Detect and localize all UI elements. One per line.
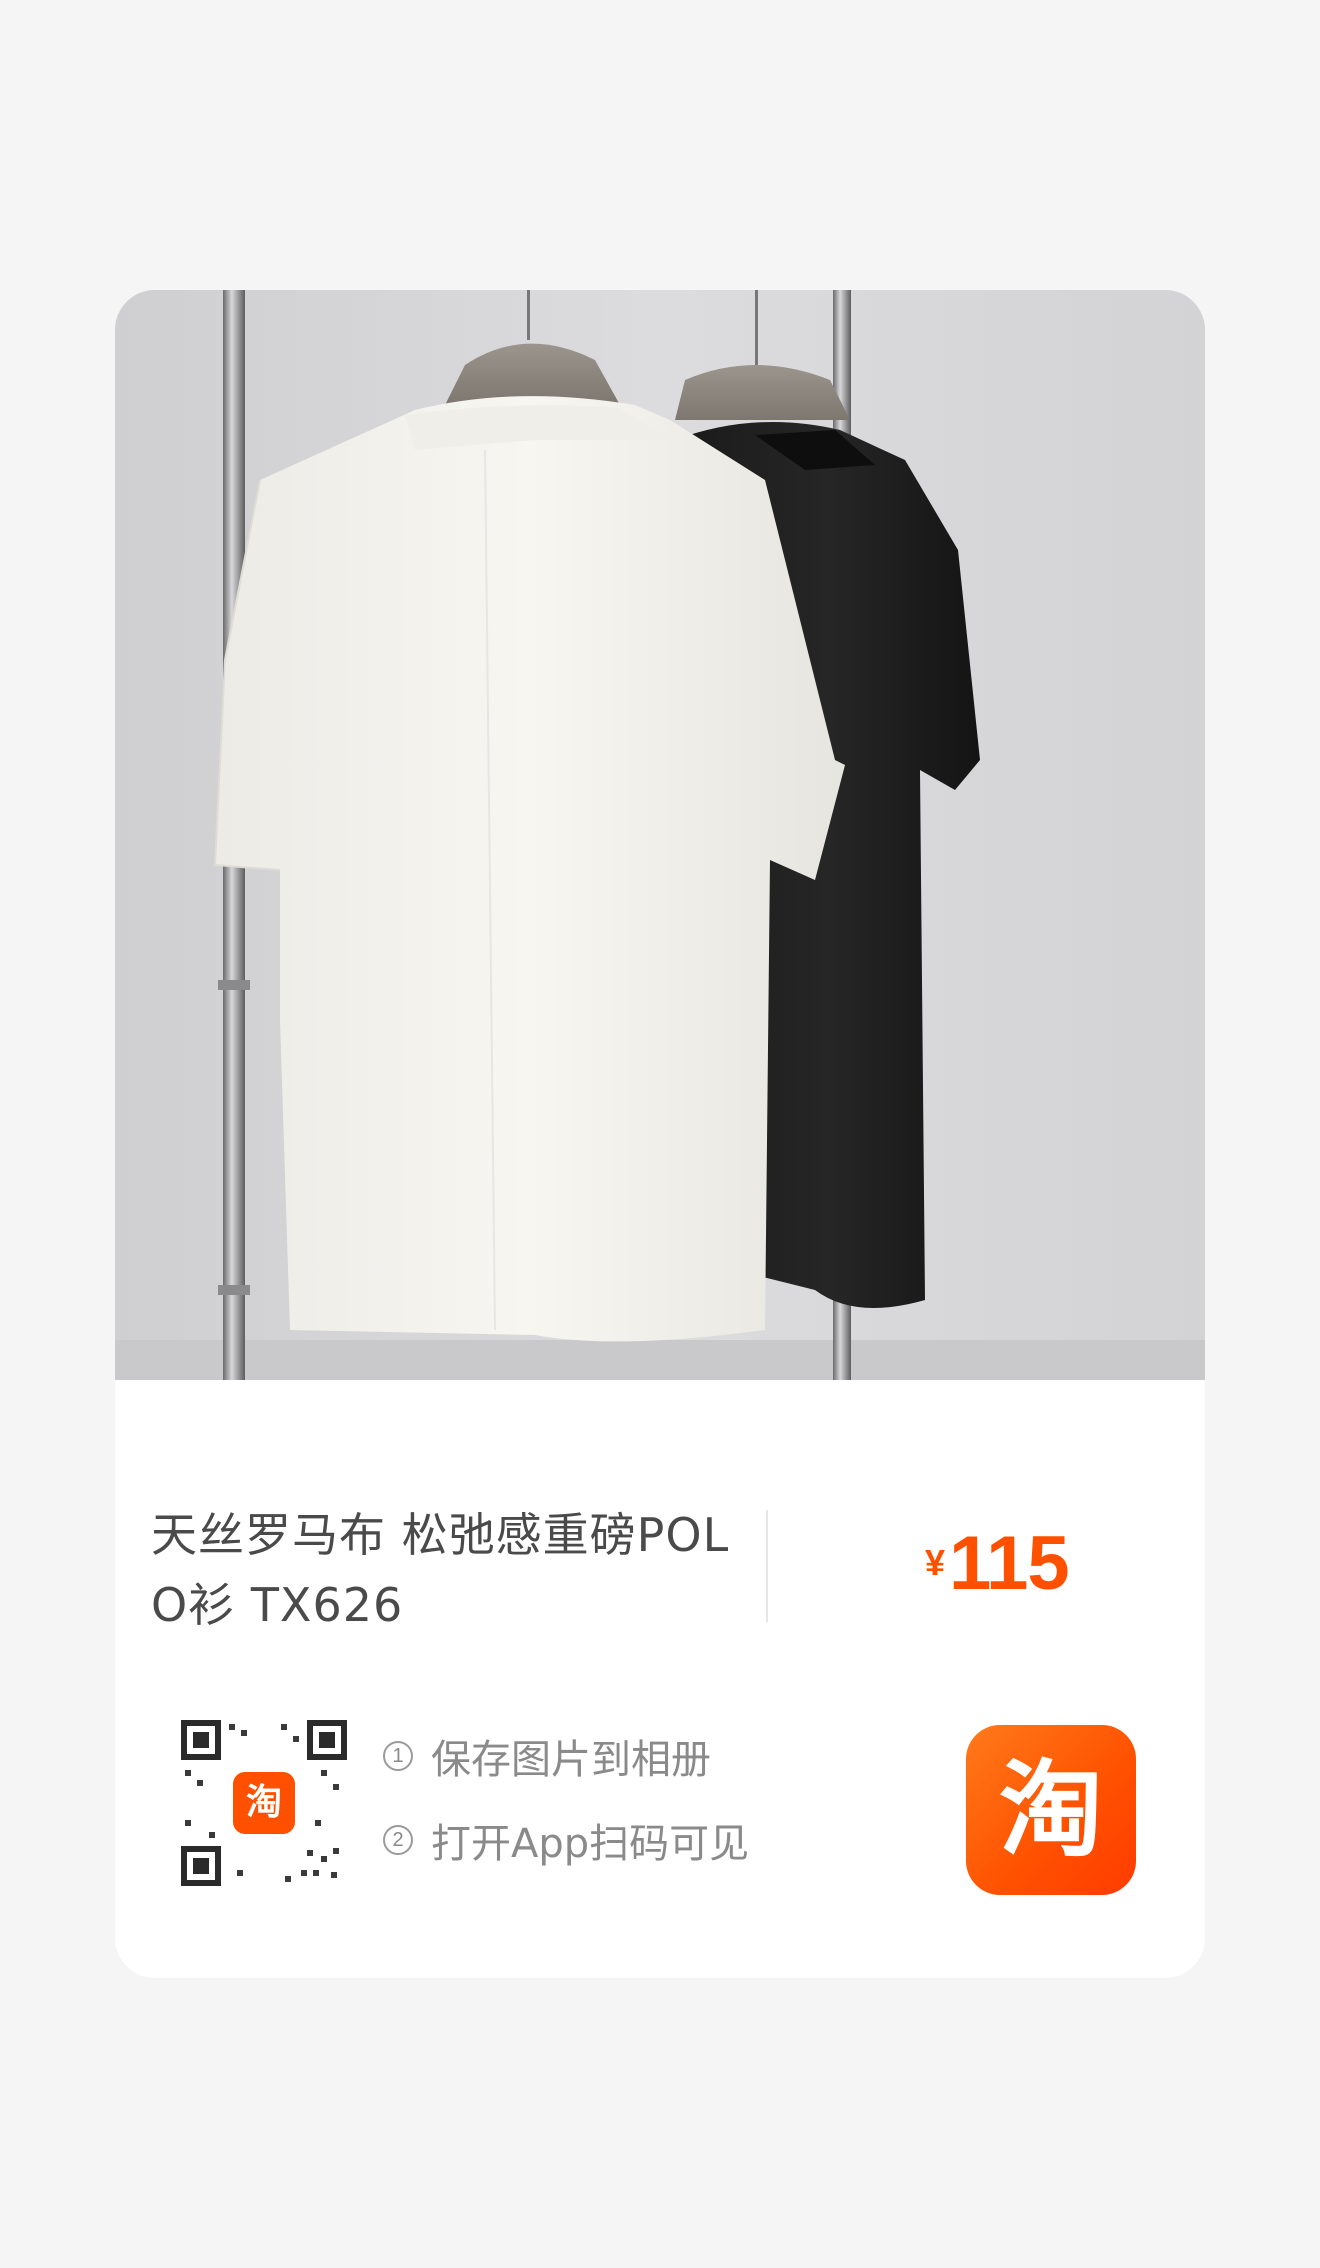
product-price: ¥115	[925, 1520, 1070, 1607]
product-photo	[115, 290, 1205, 1380]
qr-center-logo: 淘	[233, 1772, 295, 1834]
product-image[interactable]	[115, 290, 1205, 1380]
step-open-app: 2 打开App扫码可见	[383, 1810, 749, 1870]
step-2-text: 打开App扫码可见	[431, 1821, 750, 1867]
qr-badge-text: 淘	[245, 1782, 282, 1823]
step-1-text: 保存图片到相册	[431, 1737, 711, 1783]
white-polo	[215, 396, 845, 1342]
currency-symbol: ¥	[925, 1542, 946, 1583]
step-number-1: 1	[383, 1741, 413, 1771]
product-info: 天丝罗马布 松弛感重磅POLO衫 TX626 ¥115 淘 1 保存图片到相册 …	[115, 1380, 1205, 1978]
product-title[interactable]: 天丝罗马布 松弛感重磅POLO衫 TX626	[151, 1500, 751, 1640]
price-amount: 115	[949, 1521, 1070, 1606]
divider	[766, 1510, 768, 1622]
taobao-logo-icon[interactable]: 淘	[966, 1725, 1136, 1895]
step-save-image: 1 保存图片到相册	[383, 1726, 749, 1786]
qr-code[interactable]: 淘	[181, 1720, 347, 1886]
share-instructions: 1 保存图片到相册 2 打开App扫码可见	[383, 1726, 749, 1894]
app-logo-text: 淘	[998, 1749, 1103, 1871]
share-card: 天丝罗马布 松弛感重磅POLO衫 TX626 ¥115 淘 1 保存图片到相册 …	[115, 290, 1205, 1978]
step-number-2: 2	[383, 1825, 413, 1855]
